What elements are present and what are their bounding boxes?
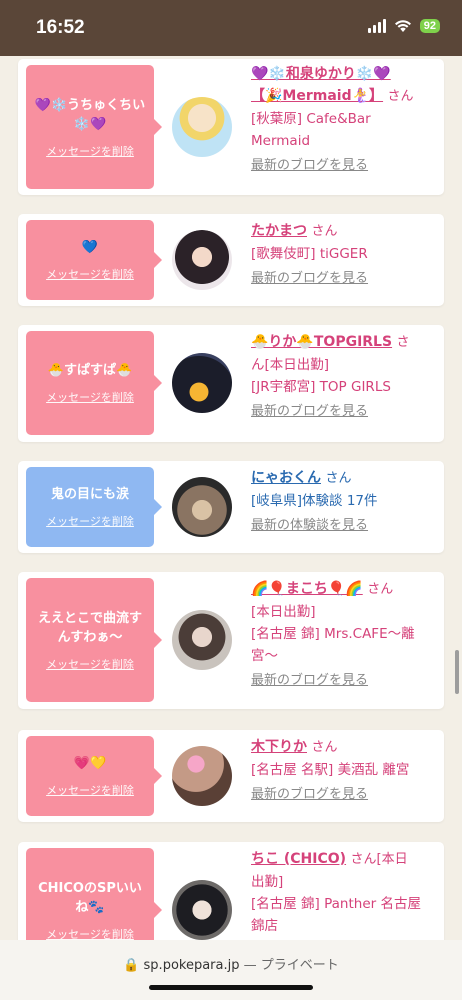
shop-line: Mermaid [251, 133, 311, 149]
delete-message-link[interactable]: メッセージを削除 [46, 389, 134, 405]
avatar[interactable] [172, 610, 232, 670]
latest-blog-link[interactable]: 最新のブログを見る [251, 784, 436, 806]
shop-line: [岐阜県]体験談 17件 [251, 493, 378, 509]
browser-bottom-bar: 🔒 sp.pokepara.jp — プライベート [0, 940, 462, 1000]
message-card: 💜❄️うちゅくちい❄️💜 メッセージを削除 💜❄️和泉ゆかり❄️💜 【🎉Merm… [18, 59, 444, 195]
latest-blog-link[interactable]: 最新のブログを見る [251, 268, 436, 290]
message-card: ええとこで曲流すんすわぁ〜 メッセージを削除 🌈🎈まこち🎈🌈 さん [本日出勤]… [18, 572, 444, 709]
delete-message-link[interactable]: メッセージを削除 [46, 143, 134, 159]
avatar[interactable] [172, 230, 232, 290]
delete-message-link[interactable]: メッセージを削除 [46, 513, 134, 529]
shop-line: 宮〜 [251, 648, 278, 664]
url-bar[interactable]: 🔒 sp.pokepara.jp — プライベート [0, 954, 462, 973]
user-name-link[interactable]: 🐣りか🐣TOPGIRLS [251, 334, 392, 350]
latest-blog-link[interactable]: 最新のブログを見る [251, 155, 436, 177]
user-name-link[interactable]: 🌈🎈まこち🎈🌈 [251, 581, 363, 597]
message-text: 鬼の目にも涙 [50, 487, 129, 502]
cellular-signal-icon [367, 19, 386, 33]
shop-line: [名古屋 錦] Mrs.CAFE〜離 [251, 626, 415, 642]
shop-line: [本日出勤] [251, 604, 316, 620]
honorific: さん [325, 471, 352, 486]
user-name-link[interactable]: たかまつ [251, 223, 307, 239]
message-bubble: CHICOのSPいいね🐾 メッセージを削除 [26, 848, 162, 941]
message-bubble: 💗💛 メッセージを削除 [26, 736, 162, 816]
delete-message-link[interactable]: メッセージを削除 [46, 656, 134, 672]
message-card: 💗💛 メッセージを削除 木下りか さん [名古屋 名駅] 美酒乱 離宮 最新のブ… [18, 730, 444, 822]
status-bar: 16:52 92 [0, 0, 462, 56]
honorific: さん [350, 852, 377, 867]
honorific: さん [387, 89, 414, 104]
avatar[interactable] [172, 477, 232, 537]
scrollbar[interactable] [455, 650, 459, 694]
user-name-link-line2[interactable]: 【🎉Mermaid🧜‍♀️】 [251, 88, 383, 104]
message-text: CHICOのSPいいね🐾 [38, 880, 142, 915]
status-text: [本日 [376, 852, 408, 867]
battery-indicator: 92 [419, 19, 440, 33]
message-card: 💙 メッセージを削除 たかまつ さん [歌舞伎町] tiGGER 最新のブログを… [18, 214, 444, 306]
shop-line: [歌舞伎町] tiGGER [251, 246, 368, 262]
url-domain: sp.pokepara.jp [143, 958, 240, 973]
shop-line: [名古屋 名駅] 美酒乱 離宮 [251, 762, 410, 778]
latest-review-link[interactable]: 最新の体験談を見る [251, 515, 436, 537]
avatar[interactable] [172, 353, 232, 413]
message-card: 🐣すぱすぱ🐣 メッセージを削除 🐣りか🐣TOPGIRLS さ ん[本日出勤] [… [18, 325, 444, 442]
private-label: プライベート [260, 958, 339, 973]
lock-icon: 🔒 [123, 958, 140, 973]
user-name-link[interactable]: にゃおくん [251, 470, 321, 486]
message-bubble: 🐣すぱすぱ🐣 メッセージを削除 [26, 331, 162, 435]
message-text: 💗💛 [73, 756, 107, 771]
avatar[interactable] [172, 97, 232, 157]
message-text: ええとこで曲流すんすわぁ〜 [37, 610, 142, 645]
avatar[interactable] [172, 746, 232, 806]
home-indicator[interactable] [149, 985, 313, 990]
latest-blog-link[interactable]: 最新のブログを見る [251, 670, 436, 692]
user-name-link[interactable]: 木下りか [251, 739, 307, 755]
shop-line: [JR宇都宮] TOP GIRLS [251, 379, 391, 395]
avatar[interactable] [172, 880, 232, 940]
message-bubble: ええとこで曲流すんすわぁ〜 メッセージを削除 [26, 578, 162, 702]
shop-line: [名古屋 錦] Panther 名古屋 [251, 896, 421, 912]
url-separator: — [243, 958, 257, 973]
message-text: 🐣すぱすぱ🐣 [47, 363, 133, 378]
shop-line: 出勤] [251, 874, 284, 890]
delete-message-link[interactable]: メッセージを削除 [46, 782, 134, 798]
message-bubble: 💙 メッセージを削除 [26, 220, 162, 300]
honorific: さ [396, 335, 410, 350]
message-text: 💙 [81, 240, 99, 255]
user-name-link[interactable]: 💜❄️和泉ゆかり❄️💜 [251, 66, 391, 82]
status-icons: 92 [367, 19, 440, 33]
message-text: 💜❄️うちゅくちい❄️💜 [34, 97, 146, 132]
honorific: さん [367, 582, 394, 597]
shop-line: 錦店 [251, 918, 278, 934]
shop-line: ん[本日出勤] [251, 357, 330, 373]
delete-message-link[interactable]: メッセージを削除 [46, 266, 134, 282]
message-feed: 💜❄️うちゅくちい❄️💜 メッセージを削除 💜❄️和泉ゆかり❄️💜 【🎉Merm… [0, 56, 462, 940]
message-card: 鬼の目にも涙 メッセージを削除 にゃおくん さん [岐阜県]体験談 17件 最新… [18, 461, 444, 553]
honorific: さん [311, 224, 338, 239]
status-time: 16:52 [36, 17, 85, 38]
message-card: CHICOのSPいいね🐾 メッセージを削除 ちこ (CHICO) さん[本日 出… [18, 842, 444, 940]
message-bubble: 鬼の目にも涙 メッセージを削除 [26, 467, 162, 547]
honorific: さん [311, 740, 338, 755]
message-bubble: 💜❄️うちゅくちい❄️💜 メッセージを削除 [26, 65, 162, 189]
shop-line: [秋葉原] Cafe&Bar [251, 111, 371, 127]
delete-message-link[interactable]: メッセージを削除 [46, 926, 134, 941]
wifi-icon [394, 20, 411, 32]
user-name-link[interactable]: ちこ (CHICO) [251, 851, 346, 867]
latest-blog-link[interactable]: 最新のブログを見る [251, 401, 436, 423]
